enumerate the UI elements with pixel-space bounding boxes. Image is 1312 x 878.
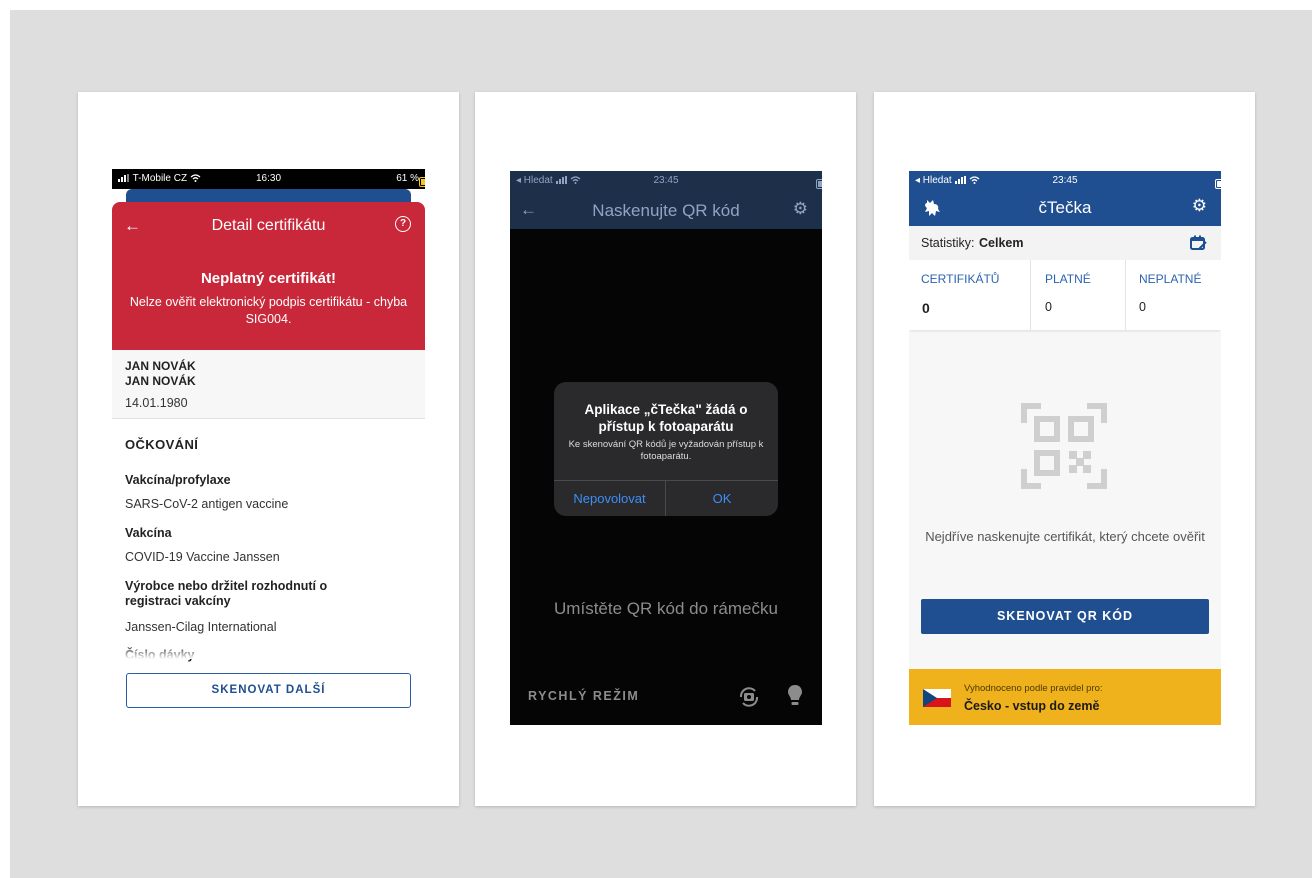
person-name-transliterated: JAN NOVÁK (125, 374, 196, 388)
help-icon[interactable]: ? (395, 216, 411, 232)
rules-footer[interactable]: Vyhodnoceno podle pravidel pro: Česko - … (909, 669, 1221, 725)
underlying-sheet (126, 189, 411, 203)
status-bar: T-Mobile CZ 16:30 61 % (112, 169, 425, 189)
error-title: Neplatný certifikát! (200, 270, 337, 287)
field-label: Vakcína/profylaxe (125, 473, 231, 487)
error-message: Nelze ověřit elektronický podpis certifi… (129, 295, 408, 326)
statistics-period[interactable]: Celkem (979, 236, 1023, 250)
rules-region: Česko - vstup do země (964, 699, 1100, 713)
count-label: PLATNÉ (1045, 272, 1091, 286)
scan-next-button[interactable]: SKENOVAT DALŠÍ (126, 673, 411, 708)
status-battery: 61 % (396, 173, 425, 187)
status-time: 23:45 (653, 175, 679, 186)
status-bar: ◂ Hledat 23:45 (909, 171, 1221, 191)
navigation-bar: čTečka ⚙ (909, 191, 1221, 226)
phone-scanner: ◂ Hledat 23:45 ← Naskenujte QR kód ⚙ Apl… (510, 171, 822, 725)
battery-icon (1215, 179, 1221, 189)
phone-certificate-detail: T-Mobile CZ 16:30 61 % ← Detail certifik… (112, 169, 425, 744)
screenshot-card-certificate-detail: T-Mobile CZ 16:30 61 % ← Detail certifik… (78, 92, 459, 806)
rules-caption: Vyhodnoceno podle pravidel pro: (964, 683, 1103, 694)
field-value: Janssen-Cilag International (125, 620, 277, 634)
count-certificates: CERTIFIKÁTŮ 0 (909, 260, 1031, 330)
camera-flip-icon[interactable] (736, 684, 762, 710)
battery-icon (419, 177, 425, 187)
count-label: CERTIFIKÁTŮ (921, 272, 1000, 286)
calendar-edit-icon[interactable] (1189, 234, 1207, 252)
person-info: JAN NOVÁK JAN NOVÁK 14.01.1980 (112, 350, 425, 419)
screenshot-card-home: ◂ Hledat 23:45 čTečka ⚙ Statistiky: Celk… (874, 92, 1255, 806)
scan-hint: Umístěte QR kód do rámečku (554, 599, 778, 618)
count-value: 0 (1139, 300, 1146, 314)
qr-placeholder-icon (1021, 403, 1107, 489)
person-name: JAN NOVÁK (125, 359, 196, 373)
scan-qr-button[interactable]: SKENOVAT QR KÓD (921, 599, 1209, 634)
statistics-label: Statistiky: (921, 236, 975, 250)
error-header: ← Detail certifikátu ? Neplatný certifik… (112, 202, 425, 350)
navigation-bar: ← Naskenujte QR kód ⚙ (510, 191, 822, 229)
backdrop: T-Mobile CZ 16:30 61 % ← Detail certifik… (10, 10, 1312, 878)
count-label: NEPLATNÉ (1139, 272, 1202, 286)
count-valid: PLATNÉ 0 (1031, 260, 1126, 330)
field-label: Vakcína (125, 526, 172, 540)
dialog-title: Aplikace „čTečka" žádá o přístup k fotoa… (584, 402, 748, 434)
page-title: Detail certifikátu (211, 217, 326, 234)
person-birth-date: 14.01.1980 (125, 396, 188, 410)
status-bar: ◂ Hledat 23:45 (510, 171, 822, 191)
fast-mode-toggle[interactable]: RYCHLÝ REŽIM (528, 689, 639, 703)
count-invalid: NEPLATNÉ 0 (1126, 260, 1221, 330)
ok-button[interactable]: OK (666, 481, 778, 516)
status-time: 16:30 (255, 173, 282, 184)
gear-icon[interactable]: ⚙ (793, 199, 808, 219)
empty-state: Nejdříve naskenujte certifikát, který ch… (909, 333, 1221, 669)
count-value: 0 (1045, 300, 1052, 314)
dialog-message: Ke skenování QR kódů je vyžadován přístu… (568, 439, 764, 462)
screenshot-card-scanner: ◂ Hledat 23:45 ← Naskenujte QR kód ⚙ Apl… (475, 92, 856, 806)
count-value: 0 (922, 300, 930, 316)
field-label: Výrobce nebo držitel rozhodnutí o regist… (125, 579, 328, 608)
empty-state-message: Nejdříve naskenujte certifikát, který ch… (925, 529, 1205, 544)
dialog-actions: Nepovolovat OK (554, 480, 778, 516)
gear-icon[interactable]: ⚙ (1192, 196, 1207, 216)
field-value: SARS-CoV-2 antigen vaccine (125, 497, 289, 511)
czech-flag-icon (923, 689, 951, 707)
battery-icon (816, 179, 822, 189)
app-title: čTečka (1038, 198, 1092, 217)
scroll-fade (112, 645, 425, 659)
status-time: 23:45 (1052, 175, 1078, 186)
page-title: Naskenujte QR kód (592, 201, 740, 220)
flashlight-icon[interactable] (786, 683, 804, 709)
field-value: COVID-19 Vaccine Janssen (125, 550, 280, 564)
phone-home: ◂ Hledat 23:45 čTečka ⚙ Statistiky: Celk… (909, 171, 1221, 725)
statistics-bar: Statistiky: Celkem (909, 226, 1221, 261)
certificate-counts: CERTIFIKÁTŮ 0 PLATNÉ 0 NEPLATNÉ 0 (909, 260, 1221, 330)
deny-button[interactable]: Nepovolovat (554, 481, 666, 516)
camera-permission-dialog: Aplikace „čTečka" žádá o přístup k fotoa… (554, 382, 778, 516)
section-title-vaccination: OČKOVÁNÍ (125, 437, 199, 452)
